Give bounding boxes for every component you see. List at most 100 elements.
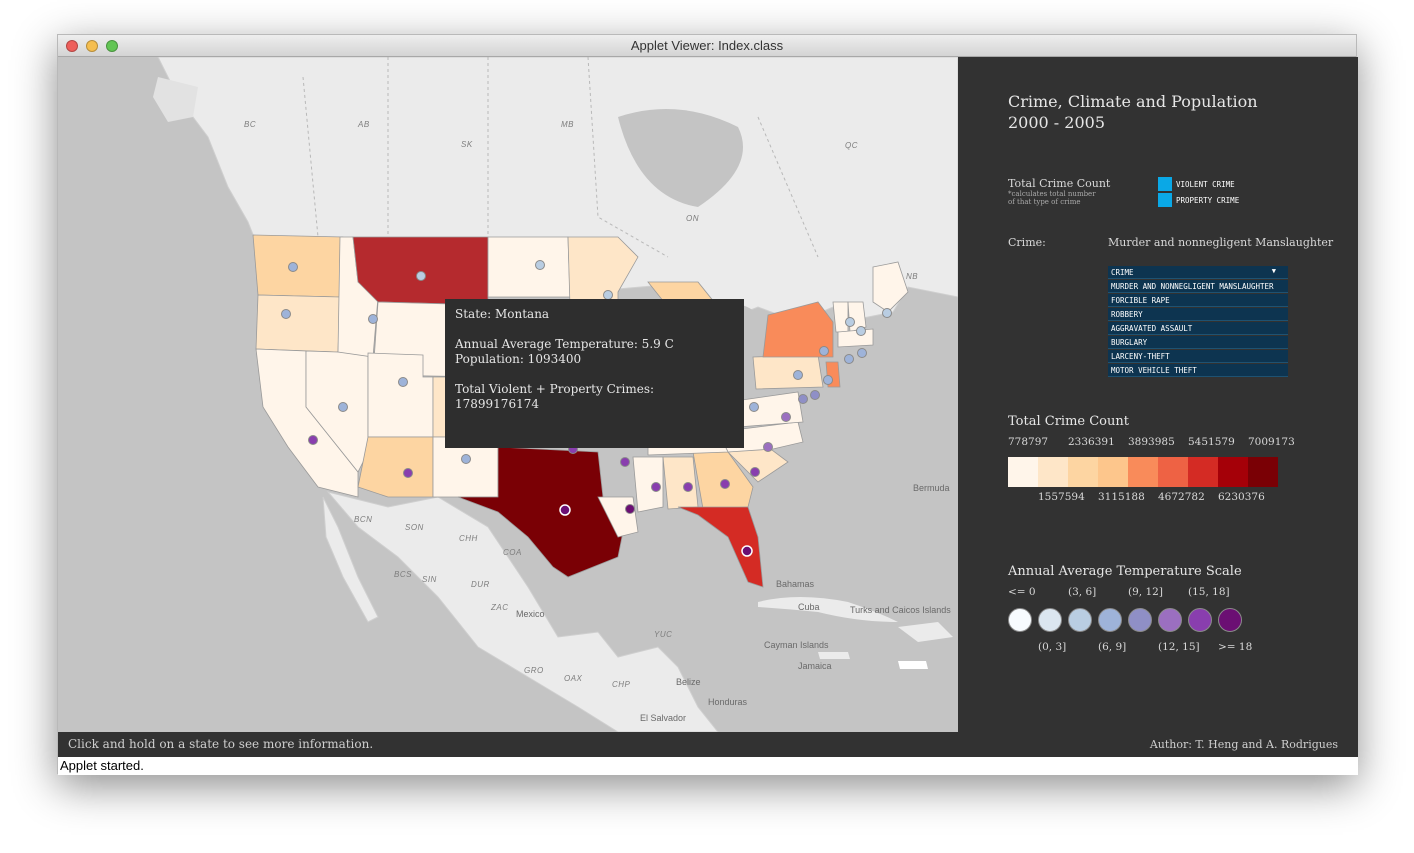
dropdown-item-murder[interactable]: MURDER AND NONNEGLIGENT MANSLAUGHTER bbox=[1108, 280, 1288, 293]
dropdown-item-aggravated-assault[interactable]: AGGRAVATED ASSAULT bbox=[1108, 322, 1288, 335]
map-label-cayman: Cayman Islands bbox=[764, 640, 829, 650]
applet-status-bar: Click and hold on a state to see more in… bbox=[58, 732, 1358, 757]
state-montana bbox=[352, 236, 489, 306]
dropdown-item-forcible-rape[interactable]: FORCIBLE RAPE bbox=[1108, 294, 1288, 307]
state-minnesota bbox=[567, 236, 639, 308]
map-label-bermuda: Bermuda bbox=[913, 483, 950, 493]
crime-scale-swatch bbox=[1128, 457, 1158, 487]
map-label-yuc: YUC bbox=[654, 630, 672, 639]
map-label-sk: SK bbox=[461, 140, 473, 149]
dropdown-item-motor-vehicle-theft[interactable]: MOTOR VEHICLE THEFT bbox=[1108, 364, 1288, 377]
temp-scale-label: (6, 9] bbox=[1098, 641, 1127, 653]
map-label-nb: NB bbox=[906, 272, 918, 281]
map-label-bcs: BCS bbox=[394, 570, 412, 579]
temp-scale-swatch bbox=[1038, 608, 1062, 632]
crime-scale-label: 3893985 bbox=[1128, 436, 1175, 448]
map-label-honduras: Honduras bbox=[708, 697, 748, 707]
map-view[interactable]: BC AB SK MB ON QC NB Bermuda BCN SON CHH… bbox=[58, 57, 958, 732]
property-crime-checkbox[interactable] bbox=[1158, 193, 1172, 207]
map-label-zac: ZAC bbox=[490, 603, 509, 612]
map-label-chh: CHH bbox=[459, 534, 478, 543]
map-label-oax: OAX bbox=[564, 674, 583, 683]
crime-scale-label: 778797 bbox=[1008, 436, 1049, 448]
state-oregon bbox=[255, 294, 341, 353]
crime-scale-swatch bbox=[1098, 457, 1128, 487]
property-crime-label[interactable]: PROPERTY CRIME bbox=[1176, 196, 1239, 205]
total-crime-count-note-2: of that type of crime bbox=[1008, 198, 1081, 206]
crime-scale-bottom-labels: 1557594 3115188 4672782 6230376 bbox=[1038, 491, 1338, 505]
temp-scale-swatch bbox=[1008, 608, 1032, 632]
temp-scale-label: (3, 6] bbox=[1068, 586, 1097, 598]
map-label-coa: COA bbox=[503, 548, 522, 557]
state-washington bbox=[252, 234, 344, 298]
temp-scale-label: >= 18 bbox=[1218, 641, 1253, 653]
map-label-chp: CHP bbox=[612, 680, 631, 689]
violent-crime-checkbox[interactable] bbox=[1158, 177, 1172, 191]
temp-scale-swatch bbox=[1188, 608, 1212, 632]
crime-scale-swatch bbox=[1188, 457, 1218, 487]
state-info-tooltip: State: Montana Annual Average Temperatur… bbox=[445, 299, 744, 448]
crime-scale-swatch bbox=[1038, 457, 1068, 487]
tooltip-crimes-label: Total Violent + Property Crimes: bbox=[455, 382, 655, 396]
total-crime-count-note-1: *calculates total number bbox=[1008, 190, 1096, 198]
state-pennsylvania bbox=[752, 354, 824, 390]
map-label-qc: QC bbox=[845, 141, 858, 150]
map-label-son: SON bbox=[405, 523, 424, 532]
temp-scale-swatch bbox=[1158, 608, 1182, 632]
tooltip-population: Population: 1093400 bbox=[455, 352, 582, 366]
violent-crime-label[interactable]: VIOLENT CRIME bbox=[1176, 180, 1235, 189]
temp-scale-title: Annual Average Temperature Scale bbox=[1008, 564, 1242, 579]
map-label-bahamas: Bahamas bbox=[776, 579, 815, 589]
map-label-on: ON bbox=[686, 214, 699, 223]
crime-scale-label: 6230376 bbox=[1218, 491, 1265, 503]
map-label-gro: GRO bbox=[524, 666, 544, 675]
dropdown-item-burglary[interactable]: BURGLARY bbox=[1108, 336, 1288, 349]
author-credit: Author: T. Heng and A. Rodrigues bbox=[1149, 738, 1338, 751]
temp-scale-swatch bbox=[1218, 608, 1242, 632]
map-label-sin: SIN bbox=[422, 575, 437, 584]
map-label-ab: AB bbox=[357, 120, 370, 129]
map-label-mexico: Mexico bbox=[516, 609, 545, 619]
hispaniola bbox=[898, 622, 953, 642]
crime-dropdown-header[interactable]: CRIME ▼ bbox=[1108, 266, 1288, 279]
crime-scale-top-labels: 778797 2336391 3893985 5451579 7009173 bbox=[1008, 436, 1308, 450]
crime-dropdown-header-label: CRIME bbox=[1111, 268, 1134, 277]
crime-scale-swatch bbox=[1218, 457, 1248, 487]
map-label-bcn: BCN bbox=[354, 515, 372, 524]
temp-scale-swatch bbox=[1098, 608, 1122, 632]
dropdown-item-robbery[interactable]: ROBBERY bbox=[1108, 308, 1288, 321]
crime-scale-swatch bbox=[1068, 457, 1098, 487]
total-crime-count-label: Total Crime Count bbox=[1008, 177, 1111, 190]
crime-selected-value: Murder and nonnegligent Manslaughter bbox=[1108, 236, 1334, 249]
applet-area: BC AB SK MB ON QC NB Bermuda BCN SON CHH… bbox=[58, 57, 1358, 757]
temp-scale-swatch bbox=[1068, 608, 1092, 632]
temp-scale-label: (15, 18] bbox=[1188, 586, 1230, 598]
chevron-down-icon: ▼ bbox=[1271, 267, 1276, 275]
state-massachusetts bbox=[837, 328, 874, 348]
state-alabama bbox=[662, 456, 699, 510]
crime-dropdown[interactable]: CRIME ▼ MURDER AND NONNEGLIGENT MANSLAUG… bbox=[1108, 266, 1288, 377]
tooltip-temperature: Annual Average Temperature: 5.9 C bbox=[455, 337, 674, 351]
crime-scale-title: Total Crime Count bbox=[1008, 414, 1129, 429]
tooltip-state: State: Montana bbox=[455, 307, 550, 321]
crime-scale-swatch bbox=[1008, 457, 1038, 487]
map-label-dur: DUR bbox=[471, 580, 490, 589]
tooltip-crimes-value: 17899176174 bbox=[455, 397, 539, 411]
control-panel: Crime, Climate and Population 2000 - 200… bbox=[958, 57, 1358, 732]
panel-subtitle: 2000 - 2005 bbox=[1008, 113, 1106, 132]
state-north-dakota bbox=[487, 236, 571, 298]
applet-viewer-window: Applet Viewer: Index.class BC AB SK MB O… bbox=[57, 34, 1358, 775]
panel-title: Crime, Climate and Population bbox=[1008, 92, 1258, 111]
crime-scale-swatch bbox=[1248, 457, 1278, 487]
crime-scale-label: 3115188 bbox=[1098, 491, 1145, 503]
temp-scale-top-labels: <= 0 (3, 6] (9, 12] (15, 18] bbox=[1008, 586, 1308, 600]
crime-scale-label: 2336391 bbox=[1068, 436, 1115, 448]
crime-scale-label: 1557594 bbox=[1038, 491, 1085, 503]
temp-scale-swatch bbox=[1128, 608, 1152, 632]
map-label-cuba: Cuba bbox=[798, 602, 820, 612]
temp-scale-label: (0, 3] bbox=[1038, 641, 1067, 653]
crime-scale-label: 4672782 bbox=[1158, 491, 1205, 503]
state-arizona bbox=[357, 436, 434, 498]
crime-scale-swatch bbox=[1158, 457, 1188, 487]
dropdown-item-larceny-theft[interactable]: LARCENY-THEFT bbox=[1108, 350, 1288, 363]
